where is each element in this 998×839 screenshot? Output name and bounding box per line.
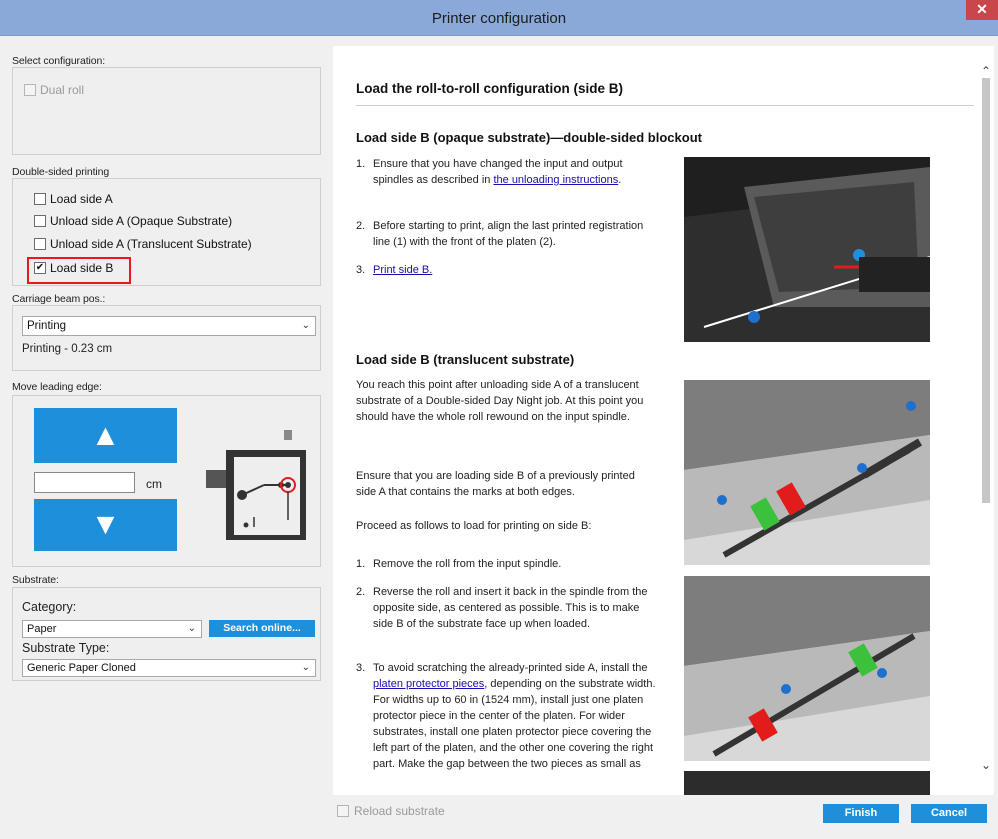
checkbox-box[interactable] bbox=[24, 84, 36, 96]
unload-side-a-translucent-checkbox[interactable]: Unload side A (Translucent Substrate) bbox=[34, 237, 252, 251]
step-text: Remove the roll from the input spindle. bbox=[373, 558, 562, 570]
step-text: Reverse the roll and insert it back in t… bbox=[373, 586, 648, 630]
platen-photo-2 bbox=[684, 771, 930, 795]
translucent-paragraph-2: Ensure that you are loading side B of a … bbox=[356, 470, 635, 498]
dual-roll-label: Dual roll bbox=[40, 83, 85, 97]
arrow-up-icon: ▲ bbox=[90, 418, 121, 452]
checkbox-box[interactable] bbox=[337, 805, 349, 817]
select-configuration-label: Select configuration: bbox=[12, 55, 106, 67]
translucent-paragraph-3: Proceed as follows to load for printing … bbox=[356, 520, 592, 532]
move-leading-edge-label: Move leading edge: bbox=[12, 381, 102, 393]
unit-label: cm bbox=[146, 477, 162, 491]
category-label: Category: bbox=[22, 600, 77, 614]
category-select-value: Paper bbox=[27, 623, 57, 635]
scroll-up-icon[interactable]: ⌃ bbox=[981, 64, 991, 78]
title-bar: Printer configuration ✕ bbox=[0, 0, 998, 36]
dual-roll-checkbox[interactable]: Dual roll bbox=[24, 83, 84, 97]
unloading-instructions-link[interactable]: the unloading instructions bbox=[493, 174, 618, 186]
load-side-a-label: Load side A bbox=[50, 192, 113, 206]
step-text-part: , depending on the substrate width. For … bbox=[373, 678, 656, 770]
step-text: Before starting to print, align the last… bbox=[373, 220, 644, 248]
help-content-panel: Load the roll-to-roll configuration (sid… bbox=[333, 46, 994, 795]
carriage-label: Carriage beam pos.: bbox=[12, 293, 106, 305]
spindle-photo-2 bbox=[684, 576, 930, 761]
print-side-b-link[interactable]: Print side B. bbox=[373, 262, 432, 278]
translucent-heading: Load side B (translucent substrate) bbox=[356, 352, 575, 367]
carriage-status: Printing - 0.23 cm bbox=[22, 343, 113, 355]
chevron-down-icon: ⌄ bbox=[187, 623, 196, 634]
double-sided-label: Double-sided printing bbox=[12, 166, 110, 178]
chevron-down-icon: ⌄ bbox=[301, 662, 310, 673]
printer-diagram-icon bbox=[206, 430, 306, 540]
translucent-step-3: 3. To avoid scratching the already-print… bbox=[356, 660, 661, 772]
load-side-a-checkbox[interactable]: Load side A bbox=[34, 192, 113, 206]
step-number: 3. bbox=[356, 662, 366, 674]
substrate-type-select-value: Generic Paper Cloned bbox=[27, 662, 136, 674]
chevron-down-icon: ⌄ bbox=[301, 320, 310, 331]
opaque-heading: Load side B (opaque substrate)—double-si… bbox=[356, 130, 702, 145]
scrollbar-thumb[interactable] bbox=[982, 78, 990, 503]
checkbox-box[interactable] bbox=[34, 193, 46, 205]
carriage-group: Printing ⌄ Printing - 0.23 cm bbox=[12, 305, 321, 371]
step-number: 2. bbox=[356, 220, 366, 232]
opaque-step-2: 2. Before starting to print, align the l… bbox=[356, 218, 656, 250]
platen-photo bbox=[684, 157, 930, 342]
cancel-button[interactable]: Cancel bbox=[911, 804, 987, 823]
checkbox-box[interactable] bbox=[34, 215, 46, 227]
divider bbox=[356, 105, 974, 106]
translucent-paragraph-1: You reach this point after unloading sid… bbox=[356, 379, 644, 423]
translucent-step-2: 2. Reverse the roll and insert it back i… bbox=[356, 584, 661, 632]
scroll-down-icon[interactable]: ⌄ bbox=[981, 758, 991, 772]
unload-translucent-label: Unload side A (Translucent Substrate) bbox=[50, 237, 252, 251]
carriage-select-value: Printing bbox=[27, 320, 66, 332]
step-number: 1. bbox=[356, 558, 366, 570]
finish-button[interactable]: Finish bbox=[823, 804, 899, 823]
reload-substrate-label: Reload substrate bbox=[354, 804, 445, 818]
step-text: To avoid scratching the already-printed … bbox=[373, 660, 661, 772]
substrate-type-select[interactable]: Generic Paper Cloned ⌄ bbox=[22, 659, 316, 677]
arrow-down-icon: ▼ bbox=[90, 508, 121, 541]
selection-highlight bbox=[27, 257, 131, 284]
search-online-button[interactable]: Search online... bbox=[209, 620, 315, 637]
substrate-label: Substrate: bbox=[12, 574, 59, 586]
step-text-part: To avoid scratching the already-printed … bbox=[373, 662, 648, 674]
unload-opaque-label: Unload side A (Opaque Substrate) bbox=[50, 214, 233, 228]
step-number: 3. bbox=[356, 264, 366, 276]
carriage-select[interactable]: Printing ⌄ bbox=[22, 316, 316, 336]
step-number: 2. bbox=[356, 586, 366, 598]
step-text: Ensure that you have changed the input a… bbox=[373, 156, 656, 188]
translucent-step-1: 1. Remove the roll from the input spindl… bbox=[356, 556, 656, 572]
close-button[interactable]: ✕ bbox=[966, 0, 998, 20]
reload-substrate-checkbox[interactable]: Reload substrate bbox=[337, 804, 445, 818]
platen-protector-link[interactable]: platen protector pieces bbox=[373, 678, 484, 690]
category-select[interactable]: Paper ⌄ bbox=[22, 620, 202, 638]
step-number: 1. bbox=[356, 158, 366, 170]
checkbox-box[interactable] bbox=[34, 238, 46, 250]
opaque-step-1: 1. Ensure that you have changed the inpu… bbox=[356, 156, 656, 188]
opaque-step-3: 3. Print side B. bbox=[356, 262, 656, 278]
step-text-part: . bbox=[618, 174, 622, 186]
content-heading: Load the roll-to-roll configuration (sid… bbox=[356, 81, 623, 96]
spindle-photo-1 bbox=[684, 380, 930, 565]
move-up-button[interactable]: ▲ bbox=[34, 408, 177, 463]
move-down-button[interactable]: ▼ bbox=[34, 499, 177, 551]
unload-side-a-opaque-checkbox[interactable]: Unload side A (Opaque Substrate) bbox=[34, 214, 232, 228]
select-configuration-group: Dual roll bbox=[12, 67, 321, 155]
window-title: Printer configuration bbox=[431, 10, 567, 27]
substrate-type-label: Substrate Type: bbox=[22, 641, 110, 655]
leading-edge-input[interactable] bbox=[34, 472, 135, 493]
